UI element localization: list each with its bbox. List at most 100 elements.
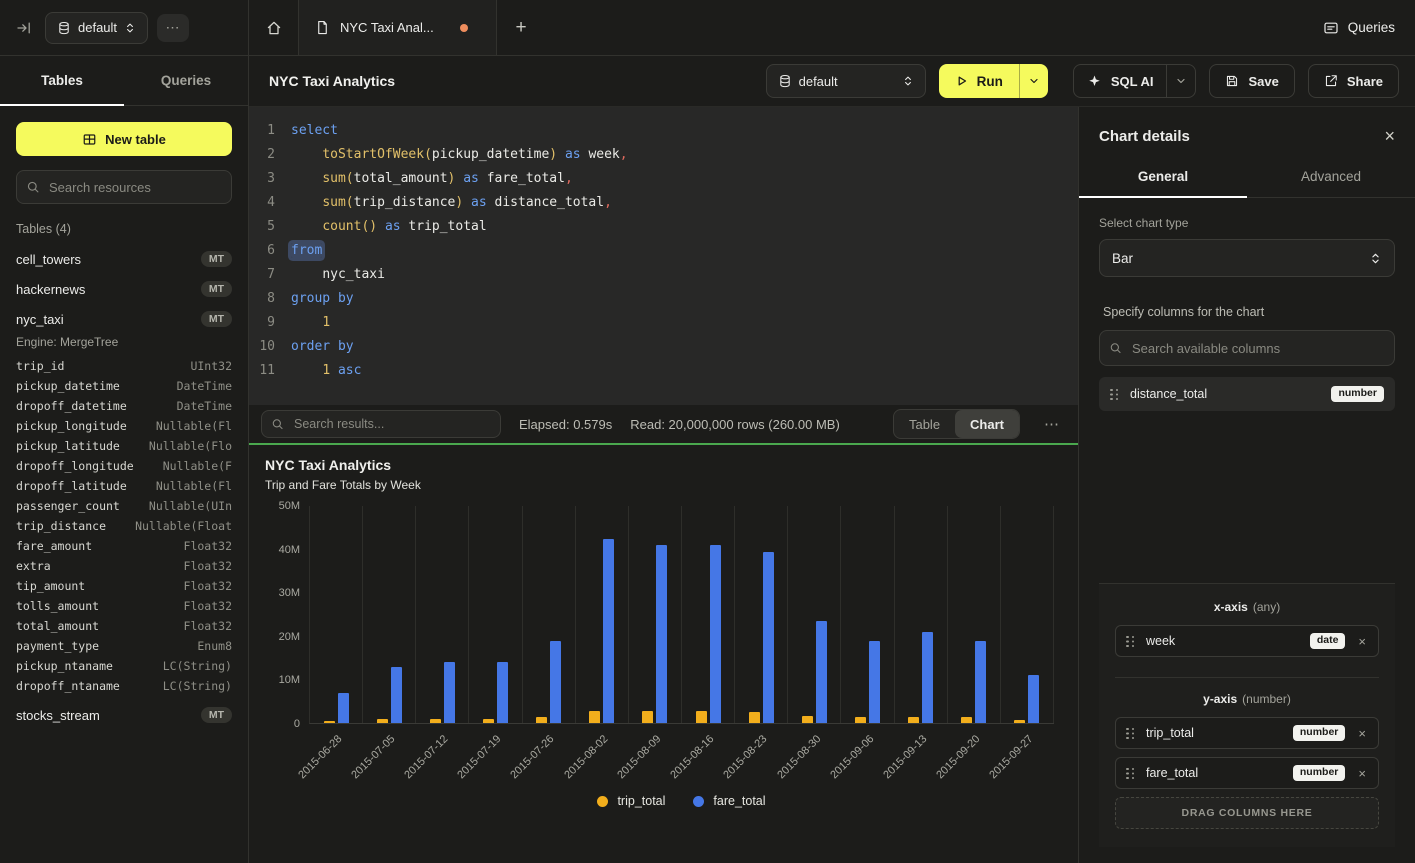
- column-row[interactable]: tolls_amountFloat32: [0, 596, 248, 616]
- run-button[interactable]: Run: [939, 64, 1019, 98]
- column-type: DateTime: [177, 379, 232, 394]
- view-toggle-table[interactable]: Table: [894, 410, 955, 438]
- legend-item[interactable]: fare_total: [693, 794, 765, 808]
- tab-queries[interactable]: Queries: [124, 56, 248, 105]
- results-search-input[interactable]: [261, 410, 501, 438]
- type-badge: date: [1310, 633, 1346, 650]
- sql-ai-button[interactable]: SQL AI: [1074, 65, 1167, 97]
- save-icon: [1225, 74, 1239, 88]
- remove-column-button[interactable]: ×: [1356, 633, 1368, 650]
- y-axis-tick: 0: [294, 718, 300, 730]
- new-table-button[interactable]: New table: [16, 122, 232, 156]
- run-options-button[interactable]: [1019, 64, 1048, 98]
- y-axis-item-trip-total[interactable]: trip_total number ×: [1115, 717, 1379, 749]
- column-name: fare_amount: [16, 539, 92, 554]
- chart-type-value: Bar: [1112, 251, 1133, 266]
- save-button[interactable]: Save: [1209, 64, 1294, 98]
- table-item-nyc-taxi[interactable]: nyc_taxi MT: [0, 304, 248, 334]
- table-item-hackernews[interactable]: hackernews MT: [0, 274, 248, 304]
- column-row[interactable]: dropoff_longitudeNullable(F: [0, 456, 248, 476]
- line-number: 11: [249, 359, 275, 383]
- column-row[interactable]: dropoff_datetimeDateTime: [0, 396, 248, 416]
- elapsed-time: Elapsed: 0.579s: [519, 417, 612, 432]
- type-badge: number: [1331, 386, 1384, 403]
- column-row[interactable]: payment_typeEnum8: [0, 636, 248, 656]
- column-row[interactable]: total_amountFloat32: [0, 616, 248, 636]
- drag-handle-icon[interactable]: [1110, 388, 1119, 401]
- chart-bar-group: [363, 506, 416, 723]
- query-tab[interactable]: NYC Taxi Anal...: [299, 0, 497, 55]
- share-button[interactable]: Share: [1308, 64, 1399, 98]
- resource-search-input[interactable]: [16, 170, 232, 204]
- editor-line: 3 sum(total_amount) as fare_total,: [249, 167, 1078, 191]
- drag-handle-icon[interactable]: [1126, 727, 1135, 740]
- table-item-stocks-stream[interactable]: stocks_stream MT: [0, 700, 248, 730]
- sql-ai-options-button[interactable]: [1166, 65, 1195, 97]
- column-row[interactable]: fare_amountFloat32: [0, 536, 248, 556]
- drag-handle-icon[interactable]: [1126, 767, 1135, 780]
- chart-bar-group: [682, 506, 735, 723]
- tab-advanced[interactable]: Advanced: [1247, 159, 1415, 197]
- x-axis-hint: (any): [1253, 600, 1280, 614]
- engine-badge: MT: [201, 251, 232, 267]
- column-row[interactable]: dropoff_ntanameLC(String): [0, 676, 248, 696]
- database-selector[interactable]: default: [45, 12, 148, 44]
- work-area: 1select2 toStartOfWeek(pickup_datetime) …: [249, 107, 1078, 863]
- results-search: [261, 410, 501, 438]
- remove-column-button[interactable]: ×: [1356, 765, 1368, 782]
- fare_total-bar: [922, 632, 933, 723]
- close-panel-button[interactable]: ×: [1384, 127, 1395, 145]
- column-row[interactable]: trip_distanceNullable(Float: [0, 516, 248, 536]
- x-axis-item-week[interactable]: week date ×: [1115, 625, 1379, 657]
- query-database-selector[interactable]: default: [766, 64, 926, 98]
- view-toggle-chart[interactable]: Chart: [955, 410, 1019, 438]
- table-item-cell-towers[interactable]: cell_towers MT: [0, 244, 248, 274]
- collapse-sidebar-button[interactable]: [12, 16, 36, 40]
- column-row[interactable]: pickup_latitudeNullable(Flo: [0, 436, 248, 456]
- column-row[interactable]: dropoff_latitudeNullable(Fl: [0, 476, 248, 496]
- fare_total-bar: [1028, 675, 1039, 723]
- column-name: trip_distance: [16, 519, 106, 534]
- share-icon: [1324, 74, 1338, 88]
- table-name: stocks_stream: [16, 708, 100, 723]
- available-column-distance-total[interactable]: distance_total number: [1099, 377, 1395, 411]
- column-row[interactable]: extraFloat32: [0, 556, 248, 576]
- run-button-group[interactable]: Run: [939, 64, 1048, 98]
- column-row[interactable]: trip_idUInt32: [0, 356, 248, 376]
- app-window: default ⋯ NYC Taxi Anal... + Queries: [0, 0, 1415, 863]
- column-row[interactable]: tip_amountFloat32: [0, 576, 248, 596]
- column-row[interactable]: passenger_countNullable(UIn: [0, 496, 248, 516]
- drag-handle-icon[interactable]: [1126, 635, 1135, 648]
- run-button-label: Run: [977, 74, 1003, 89]
- column-row[interactable]: pickup_longitudeNullable(Fl: [0, 416, 248, 436]
- column-row[interactable]: pickup_datetimeDateTime: [0, 376, 248, 396]
- y-axis-item-fare-total[interactable]: fare_total number ×: [1115, 757, 1379, 789]
- home-button[interactable]: [249, 0, 299, 55]
- table-name: nyc_taxi: [16, 312, 64, 327]
- sidebar-more-button[interactable]: ⋯: [157, 14, 189, 42]
- trip_total-bar: [642, 711, 653, 723]
- column-type: Float32: [184, 619, 232, 634]
- sql-editor[interactable]: 1select2 toStartOfWeek(pickup_datetime) …: [249, 107, 1078, 405]
- column-name: passenger_count: [16, 499, 120, 514]
- results-more-button[interactable]: ⋯: [1038, 415, 1066, 433]
- queries-button[interactable]: Queries: [1323, 20, 1395, 36]
- remove-column-button[interactable]: ×: [1356, 725, 1368, 742]
- chart-type-select[interactable]: Bar: [1099, 239, 1395, 277]
- code-text: toStartOfWeek(pickup_datetime) as week,: [291, 143, 628, 167]
- database-icon: [778, 74, 792, 88]
- chart-y-axis: 50M40M30M20M10M0: [265, 506, 309, 724]
- tab-tables[interactable]: Tables: [0, 56, 124, 105]
- column-row[interactable]: pickup_ntanameLC(String): [0, 656, 248, 676]
- tab-general[interactable]: General: [1079, 159, 1247, 197]
- drag-columns-drop-zone[interactable]: DRAG COLUMNS HERE: [1115, 797, 1379, 829]
- engine-badge: MT: [201, 311, 232, 327]
- column-search-input[interactable]: [1099, 330, 1395, 366]
- editor-line: 10order by: [249, 335, 1078, 359]
- close-icon: ×: [1358, 634, 1366, 649]
- new-tab-button[interactable]: +: [497, 0, 545, 55]
- column-name: distance_total: [1130, 387, 1207, 401]
- sparkle-icon: [1087, 74, 1102, 89]
- column-type: DateTime: [177, 399, 232, 414]
- sql-ai-button-group[interactable]: SQL AI: [1073, 64, 1197, 98]
